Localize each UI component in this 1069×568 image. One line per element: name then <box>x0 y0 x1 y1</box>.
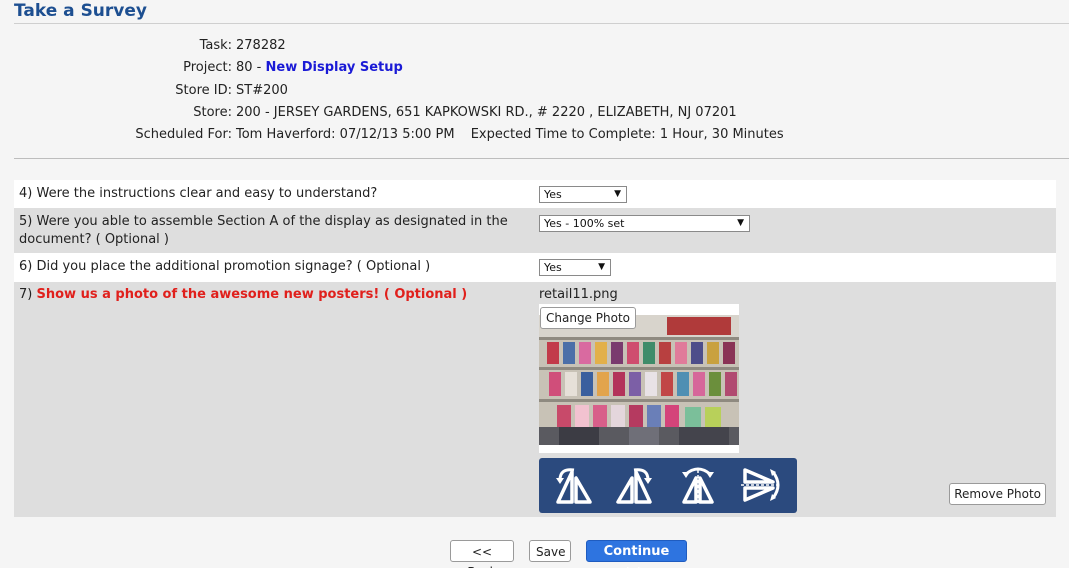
answer-select-4-value: Yes <box>544 188 562 201</box>
project-number: 80 - <box>236 60 262 76</box>
chevron-down-icon: ▼ <box>614 189 621 199</box>
chevron-down-icon: ▼ <box>598 262 605 272</box>
survey-info: Task: 278282 Project: 80 - New Display S… <box>0 35 1069 146</box>
photo-preview: Change Photo <box>539 304 739 453</box>
store-id-label: Store ID: <box>175 82 232 98</box>
page-title: Take a Survey <box>14 1 147 21</box>
answer-select-5[interactable]: Yes - 100% set ▼ <box>539 215 750 232</box>
survey-page: Take a Survey Task: 278282 Project: 80 -… <box>0 0 1069 568</box>
question-number-7: 7) <box>19 287 33 302</box>
question-row-7: 7) Show us a photo of the awesome new po… <box>14 282 1056 517</box>
answer-4: Yes ▼ <box>539 186 627 203</box>
expected-time-value: 1 Hour, 30 Minutes <box>659 127 784 143</box>
expected-time-label: Expected Time to Complete: <box>470 127 656 143</box>
project-label: Project: <box>183 60 232 76</box>
photo-rotate-toolbar <box>539 458 797 513</box>
continue-button[interactable]: Continue >> <box>586 540 687 568</box>
remove-photo-button[interactable]: Remove Photo <box>949 483 1046 505</box>
rotate-right-icon[interactable] <box>612 464 656 506</box>
store-label: Store: <box>193 104 232 120</box>
task-value: 278282 <box>236 38 286 53</box>
questions-list: 4) Were the instructions clear and easy … <box>14 180 1056 517</box>
photo-filename: retail11.png <box>539 287 618 302</box>
question-row-4: 4) Were the instructions clear and easy … <box>14 180 1056 208</box>
flip-vertical-icon[interactable] <box>676 464 720 506</box>
answer-6: Yes ▼ <box>539 259 611 276</box>
answer-select-6-value: Yes <box>544 261 562 274</box>
store-row: Store: 200 - JERSEY GARDENS, 651 KAPKOWS… <box>0 102 1069 124</box>
question-text-5: 5) Were you able to assemble Section A o… <box>19 214 508 247</box>
question-text-7: 7) Show us a photo of the awesome new po… <box>19 286 524 304</box>
question-prompt-7: Show us a photo of the awesome new poste… <box>36 287 468 302</box>
store-id-value: ST#200 <box>236 82 288 98</box>
change-photo-button[interactable]: Change Photo <box>540 307 636 329</box>
question-text-4: 4) Were the instructions clear and easy … <box>19 186 378 201</box>
title-divider <box>14 23 1069 24</box>
scheduled-value-group: Tom Haverford: 07/12/13 5:00 PM Expected… <box>236 124 784 146</box>
flip-horizontal-icon[interactable] <box>739 464 783 506</box>
back-button[interactable]: << Back <box>450 540 514 568</box>
question-row-6: 6) Did you place the additional promotio… <box>14 253 1056 282</box>
rotate-left-icon[interactable] <box>552 464 596 506</box>
answer-5: Yes - 100% set ▼ <box>539 215 750 232</box>
task-row: Task: 278282 <box>0 35 1069 57</box>
answer-select-5-value: Yes - 100% set <box>544 217 625 230</box>
project-link[interactable]: New Display Setup <box>266 60 403 75</box>
section-divider <box>14 158 1069 159</box>
answer-select-4[interactable]: Yes ▼ <box>539 186 627 203</box>
project-row: Project: 80 - New Display Setup <box>0 57 1069 79</box>
store-value: 200 - JERSEY GARDENS, 651 KAPKOWSKI RD.,… <box>236 104 737 120</box>
project-value: 80 - New Display Setup <box>236 57 403 79</box>
question-row-5: 5) Were you able to assemble Section A o… <box>14 208 1056 253</box>
answer-7: retail11.png Change Photo <box>539 282 1056 517</box>
retail-display-photo <box>539 315 739 445</box>
save-button[interactable]: Save <box>529 540 571 562</box>
answer-select-6[interactable]: Yes ▼ <box>539 259 611 276</box>
question-text-6: 6) Did you place the additional promotio… <box>19 259 431 274</box>
scheduled-value: Tom Haverford: 07/12/13 5:00 PM <box>236 127 455 143</box>
store-id-row: Store ID: ST#200 <box>0 80 1069 102</box>
scheduled-row: Scheduled For: Tom Haverford: 07/12/13 5… <box>0 124 1069 146</box>
scheduled-label: Scheduled For: <box>135 127 232 143</box>
chevron-down-icon: ▼ <box>737 218 744 228</box>
task-label: Task: <box>199 38 232 53</box>
